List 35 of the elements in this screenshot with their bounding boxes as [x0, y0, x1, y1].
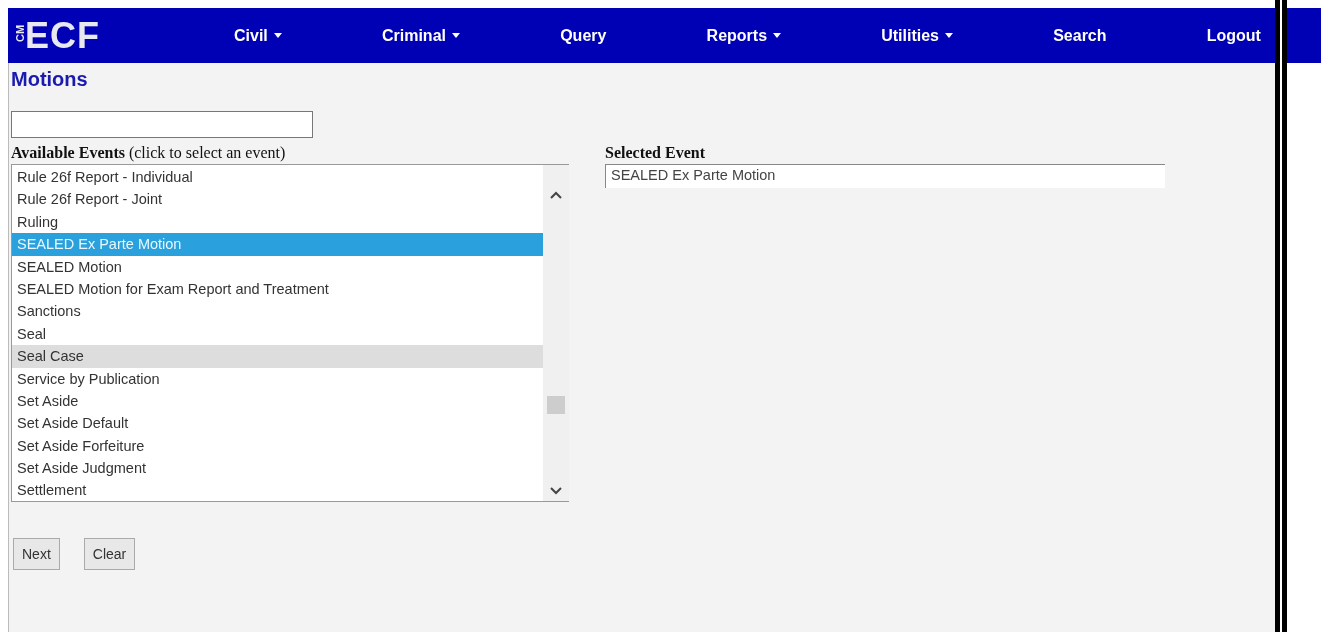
event-option[interactable]: Settlement [12, 479, 543, 502]
event-option[interactable]: Seal Case [12, 345, 543, 368]
nav-menu-item[interactable]: Criminal [381, 26, 460, 45]
nav-menu-item[interactable]: Civil [234, 26, 282, 45]
nav-menu-item[interactable]: Logout [1206, 26, 1261, 45]
event-option[interactable]: SEALED Motion for Exam Report and Treatment [12, 277, 543, 301]
page-title: Motions [11, 68, 89, 91]
event-option[interactable]: Ruling [12, 210, 543, 234]
event-option[interactable]: Service by Publication [12, 367, 543, 390]
filter-field[interactable] [11, 111, 313, 138]
event-option[interactable]: Set Aside Default [12, 412, 543, 435]
event-option[interactable]: Rule 26f Report - Joint [12, 188, 543, 211]
nav-menu-item[interactable]: Reports [706, 26, 782, 45]
event-option[interactable]: SEALED Motion [12, 255, 543, 278]
nav-menu-item[interactable]: Utilities [881, 26, 953, 45]
event-option[interactable]: Set Aside Forfeiture [12, 434, 543, 458]
form-button[interactable]: Next [13, 538, 60, 570]
nav-bar-edge [1287, 8, 1321, 63]
event-option[interactable]: Set Aside [12, 389, 543, 413]
selected-event-label: Selected Event [605, 144, 706, 163]
event-option[interactable]: Set Aside Judgment [12, 457, 543, 480]
selected-event-field[interactable]: SEALED Ex Parte Motion [605, 164, 1165, 188]
event-option[interactable]: Rule 26f Report - Individual [12, 166, 543, 189]
nav-menu-item[interactable]: Search [1053, 26, 1107, 45]
event-option[interactable]: Sanctions [12, 300, 543, 323]
available-events-label: Available Events (click to select an event) [11, 144, 287, 164]
form-button[interactable]: Clear [83, 538, 136, 570]
scrollbar[interactable] [543, 165, 569, 501]
events-listbox[interactable] [11, 164, 569, 502]
scroll-up-icon[interactable] [549, 190, 563, 200]
scroll-down-icon[interactable] [549, 486, 563, 496]
event-option[interactable]: Seal [12, 322, 543, 346]
scrollbar-thumb[interactable] [547, 396, 565, 414]
logo[interactable]: CM ECF [8, 14, 214, 57]
nav-menu-item[interactable]: Query [560, 26, 607, 45]
